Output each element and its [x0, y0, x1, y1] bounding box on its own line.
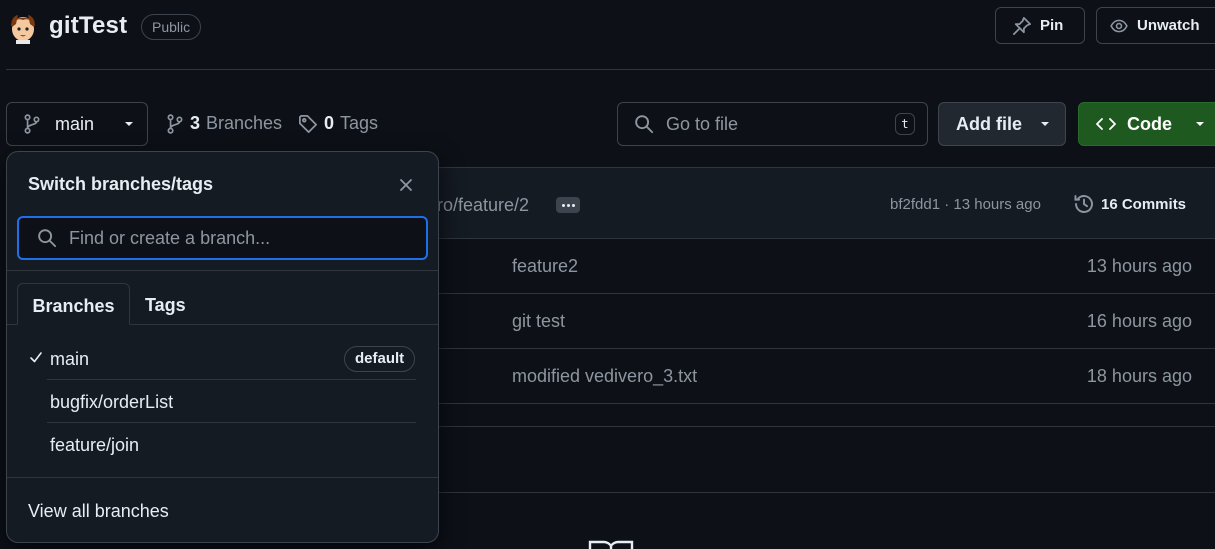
search-icon [37, 228, 57, 248]
file-commit-message[interactable]: feature2 [512, 256, 578, 277]
branch-select-button[interactable]: main [6, 102, 148, 146]
tags-count-link[interactable]: 0 Tags [298, 113, 378, 134]
branches-count: 3 [190, 113, 201, 133]
default-badge: default [344, 346, 416, 372]
branch-search-input[interactable] [69, 227, 399, 249]
check-icon [29, 351, 43, 363]
branch-name: main [50, 349, 90, 369]
expand-commit-button[interactable] [556, 197, 580, 213]
book-icon [588, 540, 634, 549]
branch-switcher-dropdown: Switch branches/tags Branches Tags main … [6, 151, 439, 543]
branch-item-feature-join[interactable]: feature/join [7, 423, 438, 466]
shortcut-key: t [895, 113, 915, 135]
code-button[interactable]: Code [1078, 102, 1215, 146]
repo-name[interactable]: gitTest [49, 12, 127, 40]
code-icon [1095, 116, 1117, 132]
commits-history-link[interactable]: 16 Commits [1073, 193, 1186, 215]
pin-label: Pin [1040, 17, 1064, 34]
search-icon [634, 114, 654, 134]
file-commit-age: 16 hours ago [1086, 311, 1192, 331]
header-divider [6, 69, 1215, 70]
file-commit-age: 13 hours ago [1086, 256, 1192, 276]
readme-divider [435, 492, 1215, 493]
go-to-file-input[interactable]: Go to file t [617, 102, 928, 146]
add-file-button[interactable]: Add file [938, 102, 1066, 146]
file-commit-message[interactable]: modified vedivero_3.txt [512, 366, 697, 387]
git-branch-icon [166, 113, 184, 134]
visibility-badge: Public [141, 14, 202, 40]
close-icon[interactable] [398, 177, 414, 193]
caret-down-icon [1194, 120, 1206, 128]
tag-icon [298, 114, 318, 134]
avatar[interactable] [8, 10, 38, 44]
tab-tags[interactable]: Tags [145, 283, 186, 325]
branch-name: feature/join [50, 435, 140, 455]
divider [7, 270, 438, 271]
tags-count: 0 [324, 113, 335, 133]
unwatch-button[interactable]: Unwatch [1096, 7, 1215, 44]
divider [7, 477, 438, 478]
pin-button[interactable]: Pin [995, 7, 1085, 44]
view-all-branches-link[interactable]: View all branches [28, 501, 169, 522]
commit-hash-time[interactable]: bf2fdd1 · 13 hours ago [890, 196, 1041, 213]
readme-header [435, 426, 1215, 493]
branch-item-bugfix-orderlist[interactable]: bugfix/orderList [7, 380, 438, 423]
file-commit-message[interactable]: git test [512, 311, 565, 332]
eye-icon [1109, 17, 1129, 35]
go-to-file-placeholder: Go to file [666, 113, 739, 134]
tab-branches[interactable]: Branches [17, 283, 130, 325]
branch-search-field[interactable] [17, 216, 428, 260]
branches-count-link[interactable]: 3 Branches [166, 113, 282, 134]
tags-label: Tags [340, 113, 379, 133]
branch-name: bugfix/orderList [50, 392, 174, 412]
caret-down-icon [1039, 120, 1051, 128]
commits-count-label: 16 Commits [1101, 195, 1187, 213]
unwatch-label: Unwatch [1137, 17, 1200, 34]
branch-item-main[interactable]: main default [7, 337, 438, 380]
pin-icon [1012, 16, 1032, 36]
code-label: Code [1127, 113, 1172, 134]
history-icon [1073, 193, 1095, 215]
file-commit-age: 18 hours ago [1086, 366, 1192, 386]
current-branch-label: main [55, 113, 95, 134]
branches-label: Branches [206, 113, 283, 133]
dropdown-title: Switch branches/tags [28, 174, 214, 194]
latest-commit-message[interactable]: ro/feature/2 [437, 195, 529, 216]
add-file-label: Add file [956, 113, 1022, 134]
git-branch-icon [23, 114, 41, 134]
caret-down-icon [123, 120, 135, 128]
